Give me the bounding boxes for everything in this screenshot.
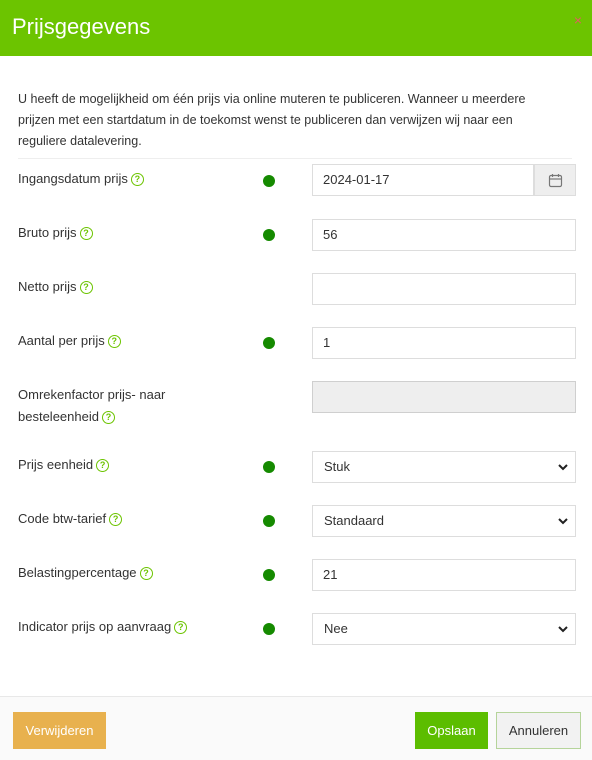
status-dot: [263, 515, 275, 527]
status-dot: [263, 461, 275, 473]
help-icon[interactable]: ?: [174, 621, 188, 634]
status-dot: [263, 623, 275, 635]
chevron-down-icon: [558, 626, 568, 633]
status-dot: [263, 229, 275, 241]
label-belasting: Belastingpercentage?: [18, 562, 153, 584]
label-text: Aantal per prijs: [18, 333, 105, 348]
label-text: Code btw-tarief: [18, 511, 107, 526]
bruto-input[interactable]: 56: [312, 219, 576, 251]
help-icon[interactable]: ?: [139, 567, 153, 580]
status-dot: [263, 569, 275, 581]
chevron-down-icon: [558, 518, 568, 525]
label-text: Prijs eenheid: [18, 457, 94, 472]
label-netto: Netto prijs?: [18, 276, 93, 298]
select-value: Stuk: [324, 459, 351, 474]
eenheid-select[interactable]: Stuk: [312, 451, 576, 483]
help-icon[interactable]: ?: [79, 281, 93, 294]
calendar-button[interactable]: [534, 164, 576, 196]
help-icon[interactable]: ?: [101, 411, 115, 424]
help-icon[interactable]: ?: [130, 173, 144, 186]
label-btw: Code btw-tarief?: [18, 508, 123, 530]
intro-text: U heeft de mogelijkheid om één prijs via…: [18, 92, 526, 148]
label-text: Netto prijs: [18, 279, 77, 294]
label-omrekenfactor: Omrekenfactor prijs- naar besteleenheid?: [18, 384, 165, 428]
ingangsdatum-input[interactable]: 2024-01-17: [312, 164, 534, 196]
netto-input[interactable]: [312, 273, 576, 305]
save-button[interactable]: Opslaan: [415, 712, 488, 749]
aantal-input[interactable]: 1: [312, 327, 576, 359]
help-icon[interactable]: ?: [79, 227, 93, 240]
label-eenheid: Prijs eenheid?: [18, 454, 110, 476]
select-value: Nee: [324, 621, 348, 636]
chevron-down-icon: [558, 464, 568, 471]
label-text-line2: besteleenheid: [18, 409, 99, 424]
modal-header: Prijsgegevens ×: [0, 0, 592, 56]
btw-select[interactable]: Standaard: [312, 505, 576, 537]
belasting-input[interactable]: 21: [312, 559, 576, 591]
aanvraag-select[interactable]: Nee: [312, 613, 576, 645]
select-value: Standaard: [324, 513, 384, 528]
label-text: Bruto prijs: [18, 225, 77, 240]
help-icon[interactable]: ?: [109, 513, 123, 526]
label-ingangsdatum: Ingangsdatum prijs?: [18, 168, 144, 190]
status-dot: [263, 175, 275, 187]
close-icon[interactable]: ×: [574, 12, 582, 28]
status-dot: [263, 337, 275, 349]
label-text-line1: Omrekenfactor prijs- naar: [18, 387, 166, 402]
label-text: Ingangsdatum prijs: [18, 171, 128, 186]
modal-title: Prijsgegevens: [12, 14, 151, 39]
label-aanvraag: Indicator prijs op aanvraag?: [18, 616, 188, 638]
label-bruto: Bruto prijs?: [18, 222, 93, 244]
help-icon[interactable]: ?: [96, 459, 110, 472]
calendar-icon: [548, 174, 563, 188]
label-aantal: Aantal per prijs?: [18, 330, 121, 352]
help-icon[interactable]: ?: [107, 335, 121, 348]
omrekenfactor-input: [312, 381, 576, 413]
label-text: Indicator prijs op aanvraag: [18, 619, 172, 634]
divider: [18, 158, 572, 159]
label-text: Belastingpercentage: [18, 565, 137, 580]
cancel-button[interactable]: Annuleren: [496, 712, 581, 749]
delete-button[interactable]: Verwijderen: [13, 712, 106, 749]
